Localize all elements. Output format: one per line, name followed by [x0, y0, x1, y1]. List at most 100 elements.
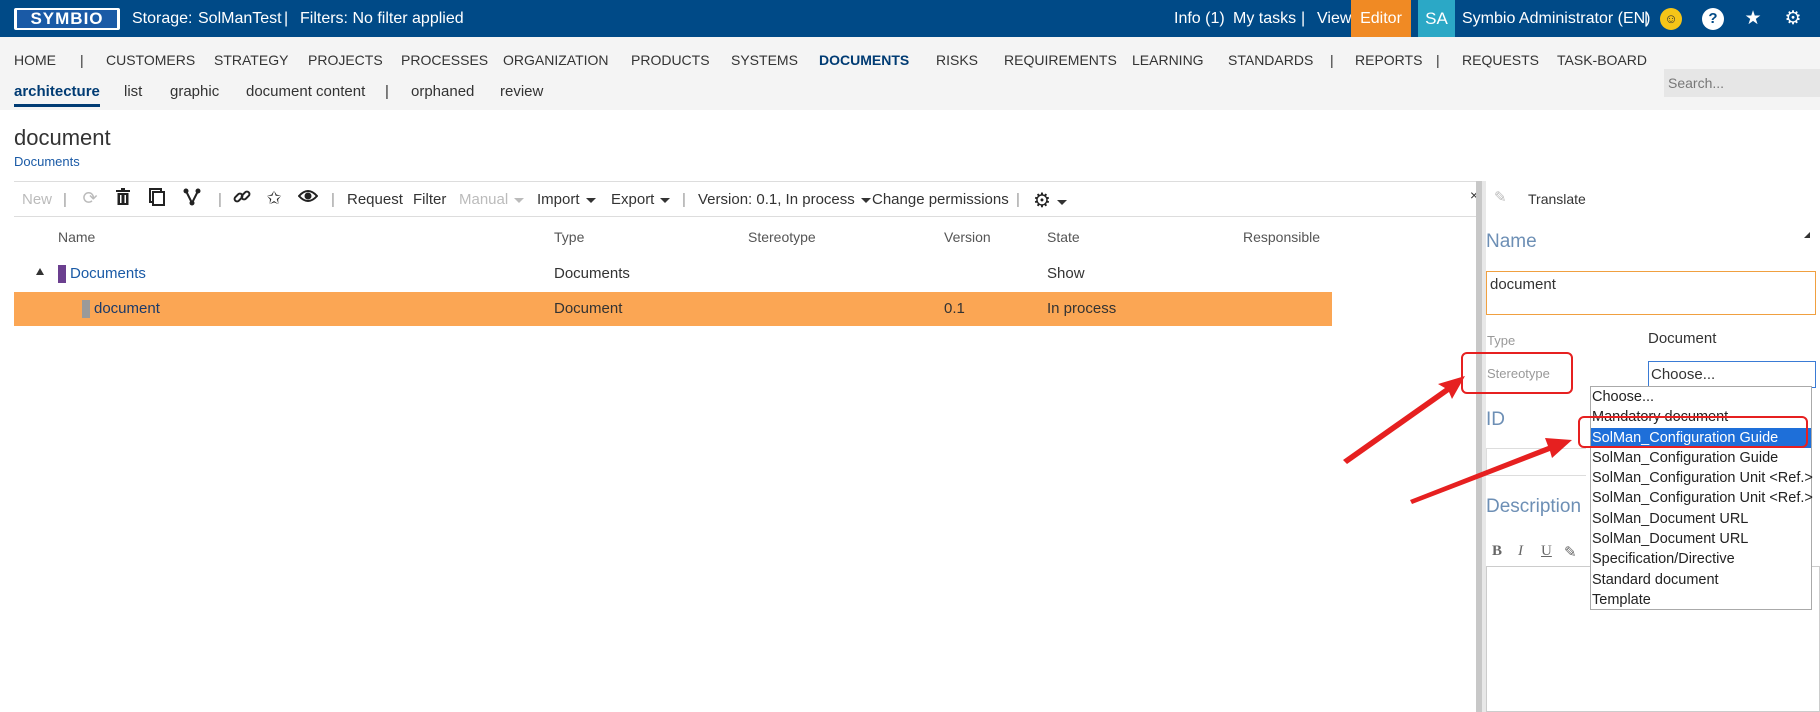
dropdown-option[interactable]: Specification/Directive — [1591, 549, 1811, 569]
nav-learning[interactable]: LEARNING — [1132, 52, 1204, 68]
page-title: document — [14, 125, 111, 150]
chevron-down-icon — [585, 197, 596, 203]
smile-icon[interactable]: ☺ — [1660, 8, 1682, 30]
collapse-icon[interactable] — [36, 268, 44, 275]
id-field[interactable] — [1486, 448, 1586, 476]
nav-separator: | — [80, 52, 84, 68]
nav-products[interactable]: PRODUCTS — [631, 52, 710, 68]
symbio-logo[interactable]: SYMBIO — [14, 8, 120, 30]
chevron-down-icon[interactable] — [1057, 200, 1067, 205]
nav-task-board[interactable]: TASK-BOARD — [1557, 52, 1647, 68]
tab-graphic[interactable]: graphic — [170, 83, 219, 100]
column-header-stereotype[interactable]: Stereotype — [748, 229, 816, 245]
tab-separator: | — [385, 83, 389, 100]
column-header-type[interactable]: Type — [554, 229, 584, 245]
toolbar-separator: | — [1016, 191, 1020, 208]
column-header-name[interactable]: Name — [58, 229, 95, 245]
tab-list[interactable]: list — [124, 83, 142, 100]
toolbar: New | ⟳ | ✩ | Request Filter Manual Impo… — [14, 181, 1480, 217]
refresh-icon[interactable]: ⟳ — [80, 188, 100, 210]
translate-button[interactable]: Translate — [1528, 191, 1586, 207]
toolbar-separator: | — [682, 191, 686, 208]
watch-icon[interactable] — [297, 188, 319, 210]
dropdown-option[interactable]: Template — [1591, 590, 1811, 610]
star-icon[interactable]: ★ — [1742, 8, 1764, 30]
change-permissions-button[interactable]: Change permissions — [872, 191, 1009, 208]
column-header-state[interactable]: State — [1047, 229, 1080, 245]
delete-icon[interactable] — [113, 188, 133, 210]
hierarchy-icon[interactable] — [182, 188, 202, 210]
topbar-divider: | — [1301, 10, 1306, 27]
nav-systems[interactable]: SYSTEMS — [731, 52, 798, 68]
avatar[interactable]: SA — [1418, 0, 1455, 37]
tab-orphaned[interactable]: orphaned — [411, 83, 474, 100]
dropdown-option[interactable]: SolMan_Document URL — [1591, 529, 1811, 549]
storage-value[interactable]: SolManTest — [198, 10, 282, 28]
breadcrumb[interactable]: Documents — [14, 154, 80, 169]
export-dropdown[interactable]: Export — [611, 191, 671, 208]
nav-documents[interactable]: DOCUMENTS — [819, 52, 909, 68]
row-state: Show — [1047, 265, 1085, 282]
nav-requirements[interactable]: REQUIREMENTS — [1004, 52, 1117, 68]
column-header-version[interactable]: Version — [944, 229, 991, 245]
copy-document-icon[interactable] — [147, 188, 167, 210]
nav-standards[interactable]: STANDARDS — [1228, 52, 1313, 68]
help-icon[interactable]: ? — [1702, 8, 1724, 30]
highlight-icon[interactable]: ✎ — [1564, 543, 1577, 561]
user-name[interactable]: Symbio Administrator (EN) — [1462, 10, 1651, 28]
name-field[interactable]: document — [1486, 271, 1816, 315]
tab-review[interactable]: review — [500, 83, 543, 100]
request-button[interactable]: Request — [347, 191, 403, 208]
tab-architecture[interactable]: architecture — [14, 83, 100, 107]
my-tasks-link[interactable]: My tasks — [1233, 10, 1296, 28]
nav-processes[interactable]: PROCESSES — [401, 52, 488, 68]
tab-document-content[interactable]: document content — [246, 83, 365, 100]
version-dropdown[interactable]: Version: 0.1, In process — [698, 191, 871, 208]
stereotype-select[interactable]: Choose... — [1648, 361, 1816, 388]
info-link[interactable]: Info (1) — [1174, 10, 1225, 28]
column-header-responsible[interactable]: Responsible — [1243, 229, 1320, 245]
dropdown-option[interactable]: SolMan_Configuration Guide — [1591, 448, 1811, 468]
nav-home[interactable]: HOME — [14, 52, 56, 68]
row-name[interactable]: document — [94, 300, 160, 317]
nav-customers[interactable]: CUSTOMERS — [106, 52, 195, 68]
dropdown-option[interactable]: SolMan_Document URL — [1591, 509, 1811, 529]
dropdown-option[interactable]: SolMan_Configuration Unit <Ref.> — [1591, 468, 1813, 488]
search-input[interactable]: Search... — [1664, 69, 1820, 97]
settings-gear-icon[interactable]: ⚙ — [1032, 188, 1052, 212]
favorite-add-icon[interactable]: ✩ — [264, 188, 284, 210]
storage-label: Storage: — [132, 10, 193, 27]
dropdown-option[interactable]: Choose... — [1591, 387, 1811, 407]
nav-requests[interactable]: REQUESTS — [1462, 52, 1539, 68]
topbar-divider: | — [284, 10, 289, 27]
nav-organization[interactable]: ORGANIZATION — [503, 52, 609, 68]
nav-risks[interactable]: RISKS — [936, 52, 978, 68]
annotation-highlight-option — [1578, 416, 1808, 448]
view-mode-editor[interactable]: Editor — [1351, 0, 1411, 37]
italic-button[interactable]: I — [1518, 543, 1523, 560]
table-row-selected[interactable]: document Document 0.1 In process — [14, 292, 1332, 326]
gear-icon[interactable]: ⚙ — [1782, 8, 1804, 30]
filters-status[interactable]: Filters: No filter applied — [300, 10, 464, 28]
dropdown-option[interactable]: SolMan_Configuration Unit <Ref.> — [1591, 488, 1813, 508]
link-icon[interactable] — [232, 188, 252, 210]
chevron-down-icon — [860, 197, 871, 203]
filter-button[interactable]: Filter — [413, 191, 446, 208]
folder-color-marker — [58, 265, 66, 283]
nav-strategy[interactable]: STRATEGY — [214, 52, 288, 68]
chevron-down-icon — [660, 197, 671, 203]
nav-separator: | — [1330, 52, 1334, 68]
row-version: 0.1 — [944, 300, 965, 317]
row-name[interactable]: Documents — [70, 265, 146, 282]
table-row[interactable]: Documents Documents Show — [14, 257, 1332, 291]
nav-projects[interactable]: PROJECTS — [308, 52, 383, 68]
manual-dropdown[interactable]: Manual — [459, 191, 525, 208]
collapse-corner-icon[interactable] — [1804, 232, 1810, 238]
dropdown-option[interactable]: Standard document — [1591, 570, 1811, 590]
underline-button[interactable]: U — [1541, 543, 1552, 560]
import-dropdown[interactable]: Import — [537, 191, 596, 208]
topbar-divider: | — [1644, 10, 1649, 27]
nav-reports[interactable]: REPORTS — [1355, 52, 1422, 68]
new-button[interactable]: New — [22, 191, 52, 208]
bold-button[interactable]: B — [1492, 543, 1502, 560]
